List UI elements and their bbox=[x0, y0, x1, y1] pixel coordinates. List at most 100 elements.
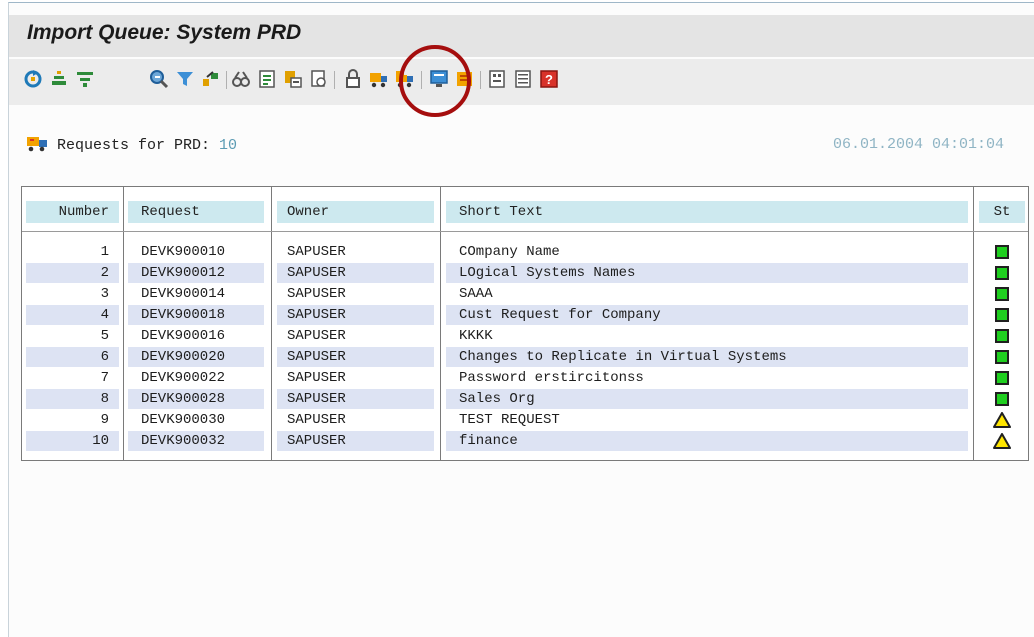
cell-owner: SAPUSER bbox=[277, 389, 434, 409]
cell-owner: SAPUSER bbox=[287, 370, 346, 386]
import-all-icon[interactable] bbox=[49, 69, 69, 89]
request-detail-icon[interactable] bbox=[283, 69, 303, 89]
cell-owner: SAPUSER bbox=[277, 263, 434, 283]
import-request-icon[interactable] bbox=[369, 69, 389, 89]
overview-icon[interactable] bbox=[487, 69, 507, 89]
cell-owner: SAPUSER bbox=[277, 305, 434, 325]
import-monitor-icon[interactable] bbox=[201, 69, 221, 89]
status-green-icon[interactable] bbox=[995, 350, 1009, 364]
cell-request: DEVK900020 bbox=[128, 347, 264, 367]
cell-request: DEVK900028 bbox=[128, 389, 264, 409]
table-body: 1 DEVK900010 SAPUSER COmpany Name 2 DEVK90001… bbox=[22, 242, 1028, 452]
status-green-icon[interactable] bbox=[995, 245, 1009, 259]
table-row[interactable]: 2 DEVK900012 SAPUSER LOgical Systems Names bbox=[22, 263, 1028, 284]
refresh-icon[interactable] bbox=[23, 69, 43, 89]
table-row[interactable]: 1 DEVK900010 SAPUSER COmpany Name bbox=[22, 242, 1028, 263]
status-green-icon[interactable] bbox=[995, 287, 1009, 301]
cell-owner: SAPUSER bbox=[287, 286, 346, 302]
table-row[interactable]: 9 DEVK900030 SAPUSER TEST REQUEST bbox=[22, 410, 1028, 431]
cell-request: DEVK900018 bbox=[128, 305, 264, 325]
cell-status bbox=[979, 368, 1025, 388]
cell-owner: SAPUSER bbox=[277, 431, 434, 451]
cell-status bbox=[979, 326, 1025, 346]
cell-request: DEVK900010 bbox=[141, 244, 226, 260]
glasses-icon[interactable] bbox=[231, 69, 251, 89]
cell-status bbox=[979, 410, 1025, 430]
status-green-icon[interactable] bbox=[995, 329, 1009, 343]
header-number[interactable]: Number bbox=[26, 201, 119, 223]
cell-status bbox=[979, 389, 1025, 409]
status-green-icon[interactable] bbox=[995, 371, 1009, 385]
table-row[interactable]: 10 DEVK900032 SAPUSER finance bbox=[22, 431, 1028, 452]
cell-request: DEVK900022 bbox=[141, 370, 226, 386]
cell-number: 6 bbox=[26, 347, 119, 367]
toolbar-separator bbox=[421, 71, 422, 89]
cell-status bbox=[979, 242, 1025, 262]
toolbar-separator bbox=[480, 71, 481, 89]
cell-number: 8 bbox=[26, 389, 119, 409]
filter-icon[interactable] bbox=[175, 69, 195, 89]
cell-owner: SAPUSER bbox=[277, 347, 434, 367]
cell-status bbox=[979, 263, 1025, 283]
cell-request: DEVK900012 bbox=[128, 263, 264, 283]
cell-status bbox=[979, 305, 1025, 325]
help-icon[interactable]: ? bbox=[539, 69, 559, 89]
lock-icon[interactable] bbox=[343, 69, 363, 89]
table-row[interactable]: 3 DEVK900014 SAPUSER SAAA bbox=[22, 284, 1028, 305]
header-short-text[interactable]: Short Text bbox=[446, 201, 968, 223]
application-toolbar: ? bbox=[9, 59, 1034, 105]
svg-text:?: ? bbox=[545, 72, 553, 87]
toolbar-separator bbox=[334, 71, 335, 89]
cell-number: 3 bbox=[100, 286, 109, 302]
table-row[interactable]: 7 DEVK900022 SAPUSER Password erstircitonss bbox=[22, 368, 1028, 389]
sap-window: Import Queue: System PRD ? Requests for … bbox=[8, 2, 1034, 637]
display-icon[interactable] bbox=[149, 69, 169, 89]
tools-icon[interactable] bbox=[455, 69, 475, 89]
status-warning-icon[interactable] bbox=[993, 412, 1011, 428]
header-divider bbox=[22, 231, 1028, 232]
monitor-icon[interactable] bbox=[429, 69, 449, 89]
cell-short-text: SAAA bbox=[459, 286, 493, 302]
cell-short-text: Cust Request for Company bbox=[446, 305, 968, 325]
timestamp: 06.01.2004 04:01:04 bbox=[832, 136, 1004, 153]
status-green-icon[interactable] bbox=[995, 308, 1009, 322]
status-green-icon[interactable] bbox=[995, 266, 1009, 280]
cell-number: 9 bbox=[100, 412, 109, 428]
cell-number: 5 bbox=[100, 328, 109, 344]
table-row[interactable]: 5 DEVK900016 SAPUSER KKKK bbox=[22, 326, 1028, 347]
cell-request: DEVK900016 bbox=[141, 328, 226, 344]
table-row[interactable]: 4 DEVK900018 SAPUSER Cust Request for Compa… bbox=[22, 305, 1028, 326]
status-green-icon[interactable] bbox=[995, 392, 1009, 406]
cell-short-text: Password erstircitonss bbox=[459, 370, 644, 386]
cell-request: DEVK900014 bbox=[141, 286, 226, 302]
cell-number: 10 bbox=[26, 431, 119, 451]
cell-short-text: COmpany Name bbox=[459, 244, 560, 260]
cell-short-text: Sales Org bbox=[446, 389, 968, 409]
requests-table: Number Request Owner Short Text St 1 DEVK… bbox=[21, 186, 1029, 461]
cell-number: 7 bbox=[100, 370, 109, 386]
header-request[interactable]: Request bbox=[128, 201, 264, 223]
table-row[interactable]: 6 DEVK900020 SAPUSER Changes to Replicate i… bbox=[22, 347, 1028, 368]
cell-number: 1 bbox=[100, 244, 109, 260]
truck-icon bbox=[27, 136, 49, 157]
cell-owner: SAPUSER bbox=[287, 412, 346, 428]
cell-status bbox=[979, 284, 1025, 304]
requests-summary: Requests for PRD: 10 bbox=[27, 136, 237, 157]
list-icon[interactable] bbox=[513, 69, 533, 89]
cell-number: 2 bbox=[26, 263, 119, 283]
status-warning-icon[interactable] bbox=[993, 433, 1011, 449]
header-status[interactable]: St bbox=[979, 201, 1025, 223]
cell-status bbox=[979, 347, 1025, 367]
cell-request: DEVK900032 bbox=[128, 431, 264, 451]
filter-requests-icon[interactable] bbox=[75, 69, 95, 89]
request-count: 10 bbox=[219, 137, 238, 154]
document-icon[interactable] bbox=[257, 69, 277, 89]
log-icon[interactable] bbox=[309, 69, 329, 89]
import-all-requests-icon[interactable] bbox=[395, 69, 415, 89]
header-owner[interactable]: Owner bbox=[277, 201, 434, 223]
cell-status bbox=[979, 431, 1025, 451]
page-title: Import Queue: System PRD bbox=[27, 21, 302, 44]
cell-number: 4 bbox=[26, 305, 119, 325]
table-row[interactable]: 8 DEVK900028 SAPUSER Sales Org bbox=[22, 389, 1028, 410]
cell-owner: SAPUSER bbox=[287, 244, 346, 260]
